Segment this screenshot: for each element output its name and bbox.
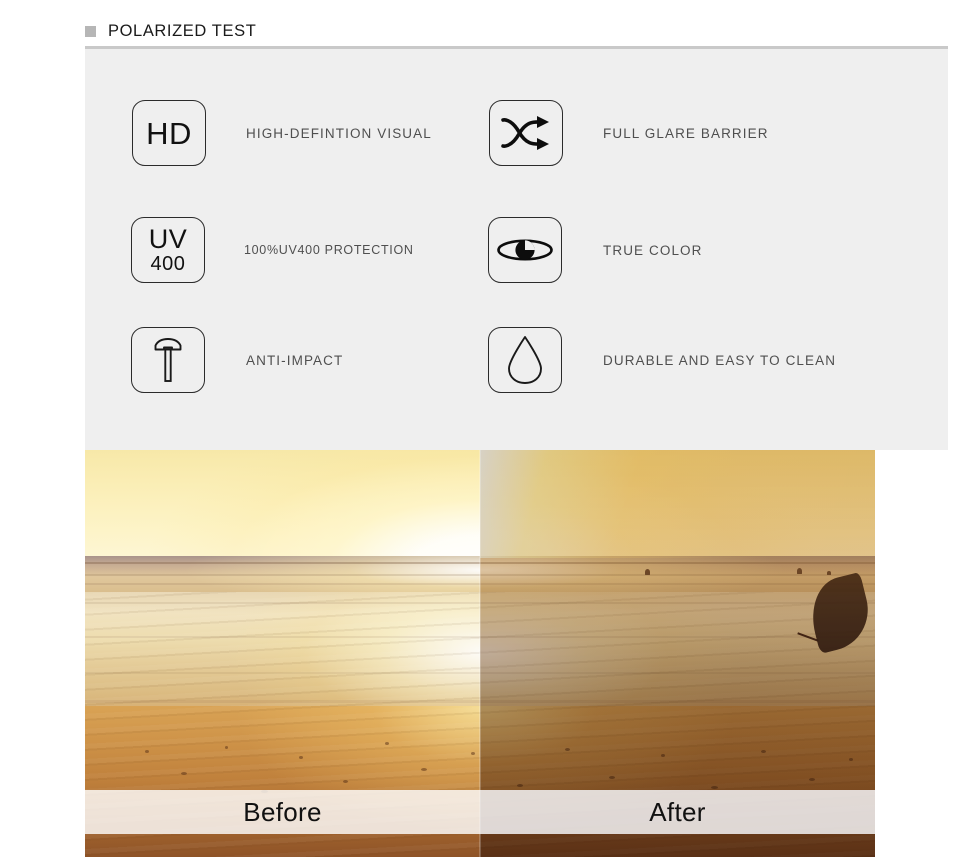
before-label: Before <box>243 796 322 827</box>
shuffle-arrows-icon <box>489 100 563 166</box>
uv-icon-label-bottom: 400 <box>150 253 186 275</box>
feature-label-durable-easy-clean: DURABLE AND EASY TO CLEAN <box>603 352 837 368</box>
feature-high-definition: HD HIGH-DEFINTION VISUAL <box>132 100 432 166</box>
feature-label-glare-barrier: FULL GLARE BARRIER <box>603 125 769 141</box>
feature-label-anti-impact: ANTI-IMPACT <box>246 352 344 368</box>
hammer-icon <box>131 327 205 393</box>
hd-text-icon: HD <box>132 100 206 166</box>
feature-uv-protection: UV 400 100%UV400 PROTECTION <box>131 217 414 283</box>
eye-icon <box>488 217 562 283</box>
page-header: POLARIZED TEST <box>0 0 960 46</box>
page-title: POLARIZED TEST <box>108 22 257 40</box>
eye-glyph <box>497 239 553 261</box>
feature-label-high-definition: HIGH-DEFINTION VISUAL <box>246 125 432 141</box>
uv400-icon-text: UV 400 <box>148 224 188 275</box>
uv400-text-icon: UV 400 <box>131 217 205 283</box>
feature-anti-impact: ANTI-IMPACT <box>131 327 343 393</box>
uv-icon-label-top: UV <box>148 224 188 254</box>
hammer-glyph <box>154 338 182 382</box>
shuffle-arrows-glyph <box>501 116 549 150</box>
water-droplet-glyph <box>508 336 542 384</box>
features-panel: HD HIGH-DEFINTION VISUAL FULL GLARE BARR… <box>85 49 948 450</box>
after-label: After <box>649 796 706 827</box>
after-sky-overlay <box>480 450 875 558</box>
feature-label-uv-protection: 100%UV400 PROTECTION <box>244 243 414 257</box>
after-label-container: After <box>480 790 875 834</box>
square-bullet-icon <box>85 26 96 37</box>
feature-label-true-color: TRUE COLOR <box>603 242 703 258</box>
feature-glare-barrier: FULL GLARE BARRIER <box>489 100 769 166</box>
before-label-container: Before <box>85 790 480 834</box>
hd-icon-label: HD <box>146 115 192 151</box>
header-title-group: POLARIZED TEST <box>85 22 256 41</box>
before-after-comparison-photo: Before After <box>85 450 875 857</box>
feature-true-color: TRUE COLOR <box>488 217 703 283</box>
comparison-label-band: Before After <box>85 790 875 834</box>
water-droplet-icon <box>488 327 562 393</box>
feature-durable-easy-clean: DURABLE AND EASY TO CLEAN <box>488 327 836 393</box>
